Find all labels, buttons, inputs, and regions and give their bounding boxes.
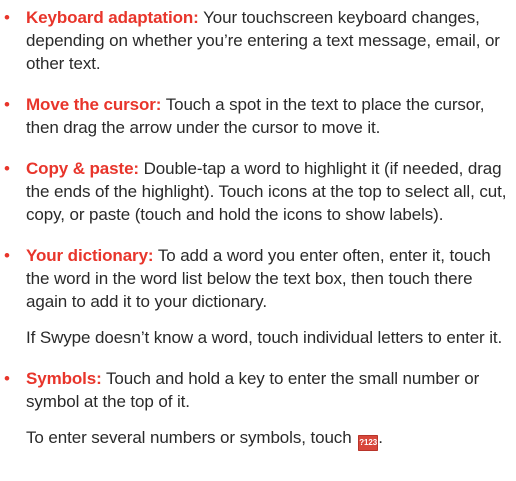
bullet-icon: [4, 157, 10, 180]
bullet-icon: [4, 244, 10, 267]
list-item-text: Move the cursor: Touch a spot in the tex…: [26, 91, 516, 139]
note-swype: If Swype doesn’t know a word, touch indi…: [0, 326, 516, 349]
term-move-cursor: Move the cursor:: [26, 95, 162, 114]
term-copy-paste: Copy & paste:: [26, 159, 139, 178]
list-item-symbols: Symbols: Touch and hold a key to enter t…: [0, 365, 516, 413]
instructions-content: Keyboard adaptation: Your touchscreen ke…: [0, 0, 516, 481]
note-symbols: To enter several numbers or symbols, tou…: [0, 426, 516, 451]
term-your-dictionary: Your dictionary:: [26, 246, 154, 265]
note-symbols-text: To enter several numbers or symbols, tou…: [26, 428, 352, 447]
list-item-keyboard-adaptation: Keyboard adaptation: Your touchscreen ke…: [0, 4, 516, 75]
bullet-icon: [4, 6, 10, 29]
list-item-text: Your dictionary: To add a word you enter…: [26, 242, 516, 313]
list-item-move-cursor: Move the cursor: Touch a spot in the tex…: [0, 91, 516, 139]
bullet-icon: [4, 93, 10, 116]
list-item-text: Copy & paste: Double-tap a word to highl…: [26, 155, 516, 226]
list-item-your-dictionary: Your dictionary: To add a word you enter…: [0, 242, 516, 313]
list-item-copy-paste: Copy & paste: Double-tap a word to highl…: [0, 155, 516, 226]
term-keyboard-adaptation: Keyboard adaptation:: [26, 8, 199, 27]
bullet-icon: [4, 367, 10, 390]
term-symbols: Symbols:: [26, 369, 102, 388]
list-item-text: Symbols: Touch and hold a key to enter t…: [26, 365, 516, 413]
note-symbols-end: .: [378, 428, 383, 447]
list-item-text: Keyboard adaptation: Your touchscreen ke…: [26, 4, 516, 75]
symbols-key-icon: ?123: [358, 435, 379, 451]
note-swype-text: If Swype doesn’t know a word, touch indi…: [26, 328, 503, 347]
